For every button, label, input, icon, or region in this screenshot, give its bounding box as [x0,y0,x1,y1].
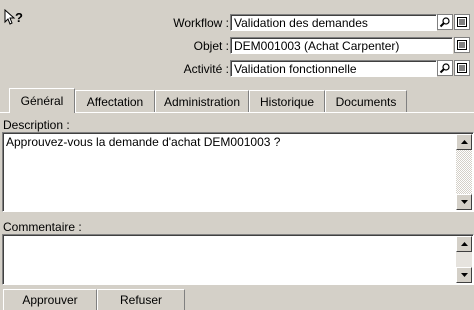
description-label: Description : [3,118,70,132]
tab-historique[interactable]: Historique [249,90,325,112]
workflow-label: Workflow : [173,16,229,30]
activite-detail-button[interactable] [454,60,470,76]
tab-administration[interactable]: Administration [155,90,249,112]
workflow-search-button[interactable] [437,14,453,30]
svg-text:?: ? [15,10,23,25]
magnifier-icon [439,63,450,74]
magnifier-icon [439,17,450,28]
workflow-field[interactable]: Validation des demandes [230,14,437,31]
help-cursor-icon[interactable]: ? [4,8,28,27]
refuse-button[interactable]: Refuser [97,289,185,310]
objet-detail-button[interactable] [454,37,470,53]
commentaire-label: Commentaire : [3,220,82,234]
approve-button[interactable]: Approuver [3,289,97,310]
scroll-down-arrow-icon[interactable] [456,267,472,283]
workflow-detail-button[interactable] [454,14,470,30]
objet-label: Objet : [193,39,229,53]
scroll-up-arrow-icon[interactable] [456,236,472,252]
activite-field[interactable]: Validation fonctionnelle [230,60,437,77]
description-scrollbar[interactable] [456,134,472,210]
detail-form-icon [457,63,467,73]
activite-search-button[interactable] [437,60,453,76]
description-textarea[interactable]: Approuvez-vous la demande d'achat DEM001… [2,132,474,212]
detail-form-icon [457,17,467,27]
tab-general[interactable]: Général [9,88,75,113]
scroll-up-arrow-icon[interactable] [456,134,472,150]
tab-documents[interactable]: Documents [325,90,407,112]
commentaire-scrollbar[interactable] [456,236,472,283]
description-text: Approuvez-vous la demande d'achat DEM001… [6,135,281,149]
detail-form-icon [457,40,467,50]
tab-affectation[interactable]: Affectation [75,90,155,112]
scroll-down-arrow-icon[interactable] [456,194,472,210]
commentaire-textarea[interactable] [2,234,474,285]
objet-field[interactable]: DEM001003 (Achat Carpenter) [230,37,453,54]
activite-label: Activité : [183,62,229,76]
